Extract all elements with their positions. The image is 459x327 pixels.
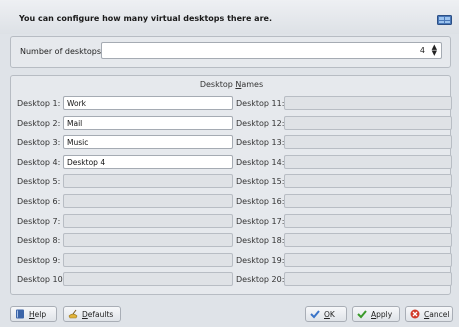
defaults-button[interactable]: Defaults bbox=[63, 306, 121, 322]
desktop-19-name-field[interactable] bbox=[284, 252, 452, 267]
desktop-names-group: Desktop Names Desktop 1: Work Desktop 2: Ma… bbox=[10, 75, 452, 295]
desktop-15-name-field[interactable] bbox=[284, 174, 452, 189]
desktop-16-label: Desktop 16: bbox=[236, 197, 285, 206]
desktop-2-label: Desktop 2: bbox=[17, 118, 61, 128]
cancel-icon bbox=[410, 309, 420, 319]
desktop-20-label: Desktop 20: bbox=[236, 275, 285, 285]
desktop-19-label: Desktop 19: bbox=[236, 255, 285, 265]
desktop-13-label: Desktop 13: bbox=[236, 138, 285, 148]
desktop-9-name-field[interactable] bbox=[63, 252, 233, 267]
desktop-10-name-field[interactable] bbox=[63, 272, 233, 287]
desktop-15-label: Desktop 15: bbox=[236, 177, 285, 187]
desktop-12-label: Desktop 12: bbox=[236, 118, 285, 128]
desktop-10-label: Desktop 10: bbox=[17, 275, 66, 285]
desktop-8-label: Desktop 8: bbox=[17, 236, 61, 246]
spin-arrows-icon[interactable]: ▲ ▼ bbox=[432, 44, 437, 57]
desktop-6-name-field[interactable] bbox=[63, 194, 233, 208]
desktop-16-name-field[interactable] bbox=[284, 194, 452, 208]
desktop-11-label: Desktop 11: bbox=[236, 99, 285, 108]
desktop-14-label: Desktop 14: bbox=[236, 157, 285, 167]
desktop-3-name-field[interactable]: Music bbox=[63, 135, 233, 150]
desktop-4-name-field[interactable]: Desktop 4 bbox=[63, 154, 233, 169]
number-of-desktops-spinbox[interactable]: 4 ▲ ▼ bbox=[101, 42, 442, 59]
ok-check-icon bbox=[310, 309, 320, 319]
header-description: You can configure how many virtual deskt… bbox=[19, 14, 272, 23]
desktop-12-name-field[interactable] bbox=[284, 115, 452, 130]
desktop-1-name-field[interactable]: Work bbox=[63, 96, 233, 110]
desktop-17-name-field[interactable] bbox=[284, 213, 452, 228]
desktop-5-label: Desktop 5: bbox=[17, 177, 61, 187]
ok-button[interactable]: OK bbox=[305, 306, 347, 322]
desktop-3-label: Desktop 3: bbox=[17, 138, 61, 148]
desktop-5-name-field[interactable] bbox=[63, 174, 233, 189]
desktop-20-name-field[interactable] bbox=[284, 272, 452, 287]
desktop-count-group: Number of desktops: 4 ▲ ▼ bbox=[10, 36, 451, 68]
cancel-button[interactable]: Cancel bbox=[405, 306, 453, 322]
desktop-7-name-field[interactable] bbox=[63, 213, 233, 228]
desktop-1-label: Desktop 1: bbox=[17, 99, 61, 108]
desktop-names-title: Desktop Names bbox=[199, 80, 264, 89]
desktop-9-label: Desktop 9: bbox=[17, 255, 61, 265]
defaults-broom-icon bbox=[68, 309, 78, 319]
virtual-desktops-icon bbox=[437, 14, 452, 26]
desktop-4-label: Desktop 4: bbox=[17, 157, 61, 167]
desktop-18-name-field[interactable] bbox=[284, 233, 452, 248]
desktop-17-label: Desktop 17: bbox=[236, 216, 285, 226]
desktop-14-name-field[interactable] bbox=[284, 154, 452, 169]
apply-check-icon bbox=[357, 309, 367, 319]
desktop-7-label: Desktop 7: bbox=[17, 216, 61, 226]
desktop-18-label: Desktop 18: bbox=[236, 236, 285, 246]
header-bar: You can configure how many virtual deskt… bbox=[0, 0, 459, 34]
help-button[interactable]: Help bbox=[10, 306, 57, 322]
apply-button[interactable]: Apply bbox=[352, 306, 400, 322]
desktop-11-name-field[interactable] bbox=[284, 96, 452, 110]
desktop-8-name-field[interactable] bbox=[63, 233, 233, 248]
desktop-2-name-field[interactable]: Mail bbox=[63, 115, 233, 130]
desktop-6-label: Desktop 6: bbox=[17, 197, 61, 206]
number-of-desktops-value: 4 bbox=[419, 46, 425, 55]
number-of-desktops-label: Number of desktops: bbox=[20, 47, 104, 56]
help-book-icon bbox=[15, 309, 25, 319]
desktop-13-name-field[interactable] bbox=[284, 135, 452, 150]
